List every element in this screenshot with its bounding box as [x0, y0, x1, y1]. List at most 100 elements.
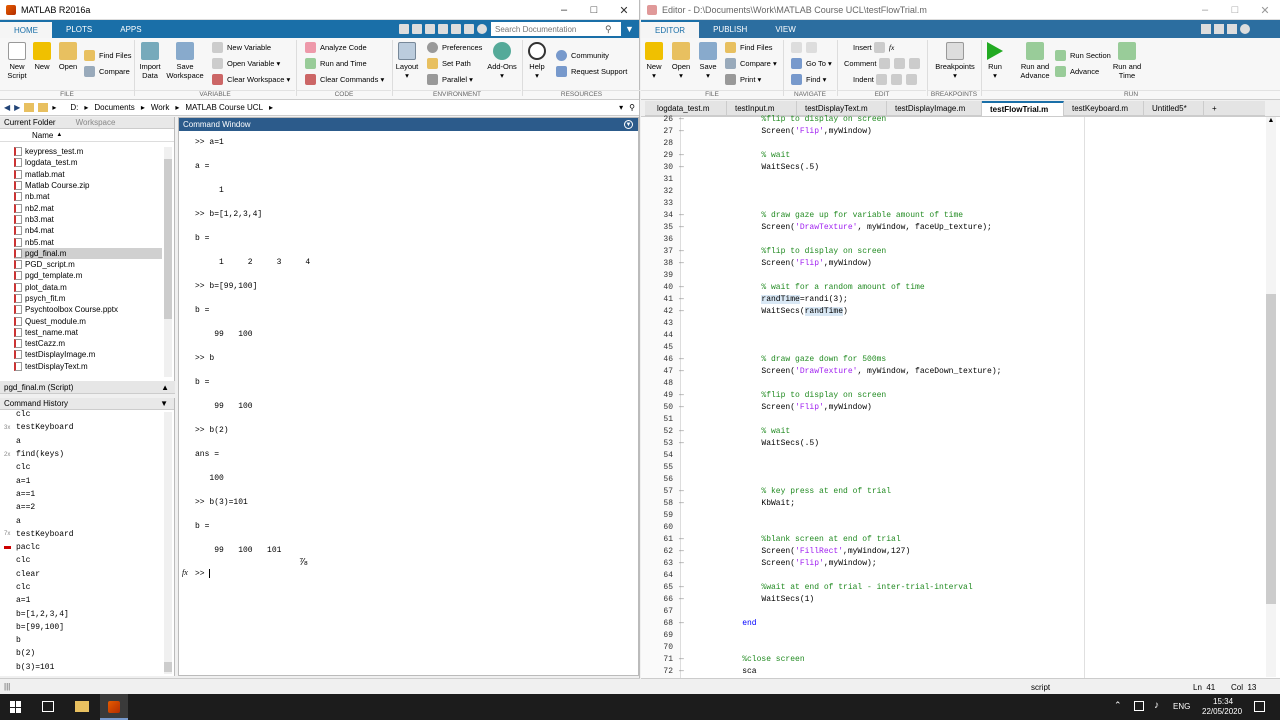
code-line[interactable]: 55 — [641, 461, 1261, 473]
history-item[interactable]: clc — [0, 581, 165, 594]
breakpoint-dash[interactable]: — — [679, 667, 684, 676]
code-line[interactable]: 37 — %flip to display on screen — [641, 245, 1261, 257]
breakpoints-button[interactable]: Breakpoints ▾ — [934, 42, 976, 80]
code-line[interactable]: 33 — [641, 197, 1261, 209]
history-item[interactable]: clc — [0, 408, 165, 421]
compare-button[interactable]: Compare — [84, 64, 130, 78]
breakpoint-dash[interactable]: — — [679, 211, 684, 220]
windows-start-icon[interactable] — [10, 701, 22, 713]
code-line[interactable]: 60 — [641, 521, 1261, 533]
name-column-header[interactable]: Name ▲ — [0, 129, 174, 142]
code-line[interactable]: 52 — % wait — [641, 425, 1261, 437]
editor-save-button[interactable]: Save ▾ — [691, 42, 725, 80]
code-line[interactable]: 30 — WaitSecs(.5) — [641, 161, 1261, 173]
code-line[interactable]: 62 — Screen('FillRect',myWindow,127) — [641, 545, 1261, 557]
code-line[interactable]: 65 — %wait at end of trial - inter-trial-… — [641, 581, 1261, 593]
history-menu-icon[interactable]: ▼ — [160, 399, 168, 408]
breakpoint-dash[interactable]: — — [679, 367, 684, 376]
history-item[interactable]: a — [0, 435, 165, 448]
file-list-item[interactable]: plot_data.m — [14, 282, 162, 293]
open-button[interactable]: Open — [51, 42, 85, 71]
breakpoint-dash[interactable]: — — [679, 151, 684, 160]
code-line[interactable]: 64 — [641, 569, 1261, 581]
collapse-icon[interactable]: ▲ — [161, 383, 169, 392]
code-line[interactable]: 36 — [641, 233, 1261, 245]
breakpoint-dash[interactable]: — — [679, 499, 684, 508]
history-item[interactable]: b(2) — [0, 647, 165, 660]
file-list-item[interactable]: matlab.mat — [14, 169, 162, 180]
save-workspace-button[interactable]: Save Workspace — [166, 42, 204, 80]
history-item[interactable]: b(3)=101 — [0, 661, 165, 674]
code-line[interactable]: 68 — end — [641, 617, 1261, 629]
nav-back-icon[interactable] — [791, 40, 821, 54]
file-list-item[interactable]: pgd_template.m — [14, 270, 162, 281]
open-variable-button[interactable]: Open Variable ▾ — [212, 56, 280, 70]
editor-qa-help-icon[interactable] — [1240, 24, 1250, 34]
breakpoint-dash[interactable]: — — [679, 223, 684, 232]
breakpoint-dash[interactable]: — — [679, 403, 684, 412]
breadcrumb-matlab-course[interactable]: MATLAB Course UCL — [185, 103, 263, 112]
file-list-item[interactable]: pgd_final.m — [14, 247, 162, 259]
qa-paste-icon[interactable] — [438, 24, 448, 34]
code-line[interactable]: 71 — %close screen — [641, 653, 1261, 665]
code-line[interactable]: 59 — [641, 509, 1261, 521]
comment-button[interactable]: Comment — [844, 56, 924, 70]
breakpoint-dash[interactable]: — — [679, 283, 684, 292]
workspace-tab[interactable]: Workspace — [76, 118, 116, 127]
import-data-button[interactable]: Import Data — [133, 42, 167, 80]
task-view-icon[interactable] — [42, 701, 54, 712]
history-item[interactable]: clc — [0, 554, 165, 567]
run-and-time-button[interactable]: Run and Time — [305, 56, 367, 70]
code-line[interactable]: 42 — WaitSecs(randTime) — [641, 305, 1261, 317]
tab-editor[interactable]: EDITOR — [641, 20, 700, 38]
minimize-icon[interactable]: – — [549, 0, 579, 20]
tab-home[interactable]: HOME — [0, 20, 52, 38]
run-and-advance-button[interactable]: Run and Advance — [1015, 42, 1055, 80]
code-line[interactable]: 39 — [641, 269, 1261, 281]
editor-print-button[interactable]: Print ▾ — [725, 72, 761, 86]
code-line[interactable]: 57 — % key press at end of trial — [641, 485, 1261, 497]
tab-plots[interactable]: PLOTS — [52, 20, 106, 38]
code-line[interactable]: 66 — WaitSecs(1) — [641, 593, 1261, 605]
qa-undo-icon[interactable] — [451, 24, 461, 34]
tray-chevron-icon[interactable]: ⌃ — [1114, 700, 1122, 711]
editor-compare-button[interactable]: Compare ▾ — [725, 56, 777, 70]
file-list-item[interactable]: psych_fit.m — [14, 293, 162, 304]
breakpoint-dash[interactable]: — — [679, 535, 684, 544]
search-icon[interactable]: ⚲ — [605, 24, 612, 35]
file-list-item[interactable]: Matlab Course.zip — [14, 180, 162, 191]
editor-maximize-icon[interactable]: □ — [1220, 0, 1250, 20]
code-line[interactable]: 34 — % draw gaze up for variable amount o… — [641, 209, 1261, 221]
clear-workspace-button[interactable]: Clear Workspace ▾ — [212, 72, 290, 86]
history-item[interactable]: b — [0, 634, 165, 647]
run-button[interactable]: Run ▾ — [978, 42, 1012, 80]
code-line[interactable]: 72 — sca — [641, 665, 1261, 677]
code-line[interactable]: 26 — %flip to display on screen — [641, 113, 1261, 125]
breakpoint-dash[interactable]: — — [679, 127, 684, 136]
code-line[interactable]: 48 — [641, 377, 1261, 389]
history-item[interactable]: a=1 — [0, 474, 165, 487]
file-list-item[interactable]: PGD_script.m — [14, 259, 162, 270]
go-to-button[interactable]: Go To ▾ — [791, 56, 832, 70]
insert-button[interactable]: Insert fx — [853, 40, 894, 54]
breakpoint-dash[interactable]: — — [679, 259, 684, 268]
breakpoint-dash[interactable]: — — [679, 163, 684, 172]
code-line[interactable]: 35 — Screen('DrawTexture', myWindow, face… — [641, 221, 1261, 233]
code-line[interactable]: 31 — [641, 173, 1261, 185]
history-scrollbar[interactable] — [164, 412, 172, 674]
code-line[interactable]: 44 — [641, 329, 1261, 341]
history-item[interactable]: 7x testKeyboard — [0, 528, 165, 541]
qa-redo-icon[interactable] — [464, 24, 474, 34]
matlab-taskbar-icon[interactable] — [100, 694, 128, 720]
breakpoint-dash[interactable]: — — [679, 595, 684, 604]
history-item[interactable]: 3x testKeyboard — [0, 421, 165, 434]
code-line[interactable]: 41 — randTime=randi(3); — [641, 293, 1261, 305]
file-explorer-icon[interactable] — [75, 701, 89, 712]
editor-close-icon[interactable]: ✕ — [1250, 0, 1280, 20]
qa-help-icon[interactable] — [477, 24, 487, 34]
qa-copy-icon[interactable] — [425, 24, 435, 34]
history-item[interactable]: a=1 — [0, 594, 165, 607]
close-icon[interactable]: ✕ — [609, 0, 639, 20]
history-item[interactable]: a — [0, 514, 165, 527]
breakpoint-dash[interactable]: — — [679, 427, 684, 436]
